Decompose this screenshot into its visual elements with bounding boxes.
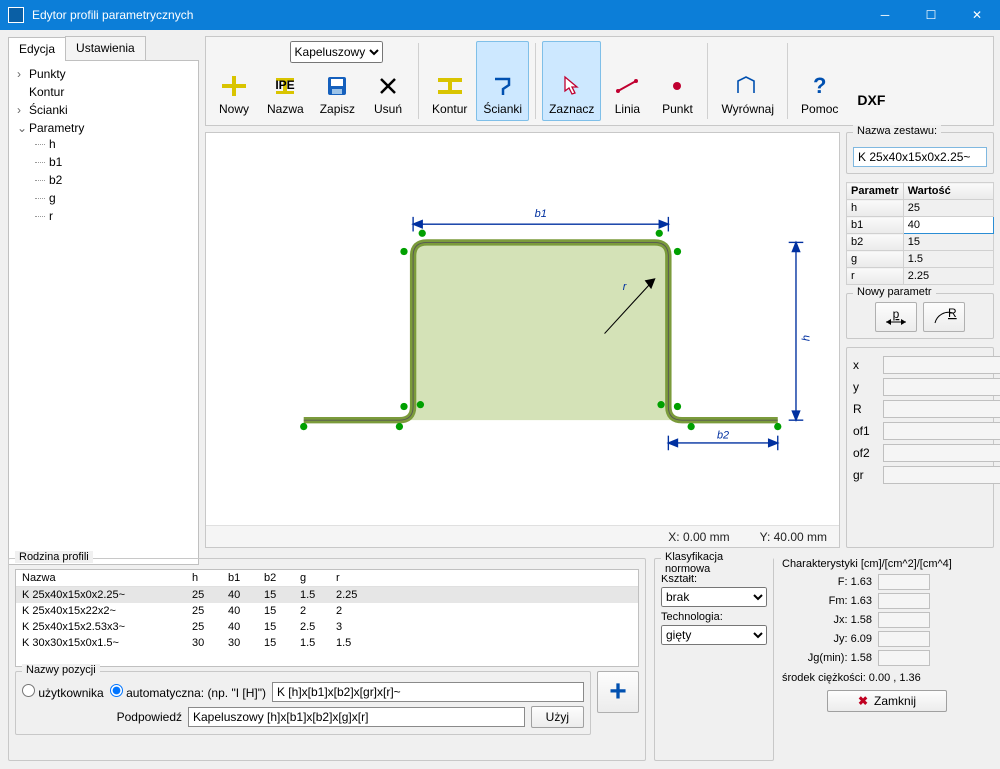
shape-select[interactable]: brak (661, 587, 767, 607)
use-button[interactable]: Użyj (531, 706, 584, 728)
line-icon (613, 74, 641, 98)
characteristics-group: Charakterystyki [cm]/[cm^2]/[cm^4] F: 1.… (782, 558, 992, 761)
window-title: Edytor profili parametrycznych (32, 8, 862, 22)
nowy-button[interactable]: Nowy (210, 41, 258, 121)
klasyfikacja-group: Klasyfikacja normowa Kształt: brak Techn… (654, 558, 774, 761)
usun-button[interactable]: Usuń (364, 69, 412, 121)
table-row[interactable]: K 25x40x15x0x2.25~2540151.52.25 (16, 587, 638, 604)
svg-text:b2: b2 (717, 429, 729, 441)
align-icon (734, 74, 762, 98)
svg-text:p: p (893, 308, 900, 321)
add-profile-button[interactable]: + (597, 671, 639, 713)
app-icon (8, 7, 24, 23)
kontur-icon (436, 74, 464, 98)
name-pattern-input[interactable] (272, 682, 584, 702)
table-row[interactable]: K 25x40x15x2.53x3~2540152.53 (16, 619, 638, 635)
tree-param-r[interactable]: r (17, 207, 198, 225)
minimize-button[interactable]: ─ (862, 0, 908, 30)
set-name-group: Nazwa zestawu: (846, 132, 994, 174)
dxf-button[interactable]: DXF (847, 41, 895, 121)
maximize-button[interactable]: ☐ (908, 0, 954, 30)
left-tabs: Edycja Ustawienia (8, 36, 199, 61)
param-table[interactable]: ParametrWartość h25 b140 b215 g1.5 r2.25 (846, 182, 994, 285)
zaznacz-button[interactable]: Zaznacz (542, 41, 601, 121)
drawing-canvas[interactable]: b1 b2 h r X: 0.00 mm Y: 40.00 mm (205, 132, 840, 548)
linia-button[interactable]: Linia (603, 41, 651, 121)
field-of1[interactable] (883, 422, 1000, 440)
field-of2[interactable] (883, 444, 1000, 462)
tree-param-h[interactable]: h (17, 135, 198, 153)
set-name-input[interactable] (853, 147, 987, 167)
dxf-icon: DXF (857, 88, 885, 112)
svg-text:r: r (623, 281, 627, 293)
close-button[interactable]: ✕ (954, 0, 1000, 30)
family-table[interactable]: Nazwa h b1 b2 g r K 25x40x15x0x2.25~2540… (16, 570, 638, 651)
tree-param-g[interactable]: g (17, 189, 198, 207)
field-R[interactable] (883, 400, 1000, 418)
main-toolbar: Nowy Kapeluszowy IPENazwa Zapisz Usuń Ko… (205, 36, 994, 126)
profile-family-group: Rodzina profili Nazwa h b1 b2 g r K 25x4… (8, 558, 646, 761)
delete-icon (374, 74, 402, 98)
new-param-p-button[interactable]: p (875, 302, 917, 332)
field-gr[interactable] (883, 466, 1000, 484)
point-icon (663, 74, 691, 98)
punkt-button[interactable]: Punkt (653, 41, 701, 121)
tab-ustawienia[interactable]: Ustawienia (65, 36, 146, 60)
scianki-button[interactable]: Ścianki (476, 41, 529, 121)
new-param-r-button[interactable]: R (923, 302, 965, 332)
svg-text:IPE: IPE (276, 78, 295, 92)
tree-kontur[interactable]: Kontur (9, 83, 198, 101)
tree-punkty[interactable]: ›Punkty (9, 65, 198, 83)
table-row[interactable]: K 25x40x15x22x2~25401522 (16, 603, 638, 619)
svg-text:b1: b1 (535, 208, 547, 220)
tab-edycja[interactable]: Edycja (8, 37, 66, 61)
hint-input[interactable] (188, 707, 525, 727)
tree-param-b1[interactable]: b1 (17, 153, 198, 171)
select-icon (558, 74, 586, 98)
scianki-icon (489, 74, 517, 98)
save-icon (323, 74, 351, 98)
svg-text:R: R (948, 307, 957, 320)
wyrownaj-button[interactable]: Wyrównaj (714, 41, 781, 121)
new-param-group: Nowy parametr p R (846, 293, 994, 339)
profile-type-select[interactable]: Kapeluszowy (290, 41, 383, 63)
tech-select[interactable]: gięty (661, 625, 767, 645)
nazwa-button[interactable]: IPENazwa (260, 69, 311, 121)
help-icon: ? (806, 74, 834, 98)
field-x[interactable] (883, 356, 1000, 374)
radio-user[interactable]: użytkownika (22, 684, 104, 700)
zapisz-button[interactable]: Zapisz (313, 69, 362, 121)
radio-auto[interactable]: automatyczna: (np. "I [H]") (110, 684, 266, 700)
ipe-icon: IPE (271, 74, 299, 98)
tree-scianki[interactable]: ›Ścianki (9, 101, 198, 119)
close-app-button[interactable]: ✖Zamknij (827, 690, 947, 712)
nowy-icon (220, 74, 248, 98)
table-row[interactable]: K 30x30x15x0x1.5~3030151.51.5 (16, 635, 638, 651)
tree-parametry[interactable]: ⌄Parametry h b1 b2 g r (9, 119, 198, 227)
field-y[interactable] (883, 378, 1000, 396)
status-y: Y: 40.00 mm (760, 530, 827, 544)
pomoc-button[interactable]: ?Pomoc (794, 41, 845, 121)
status-x: X: 0.00 mm (668, 530, 729, 544)
tree-param-b2[interactable]: b2 (17, 171, 198, 189)
title-bar: Edytor profili parametrycznych ─ ☐ ✕ (0, 0, 1000, 30)
svg-text:h: h (801, 335, 813, 341)
tree-view[interactable]: ›Punkty Kontur ›Ścianki ⌄Parametry h b1 … (8, 61, 199, 565)
kontur-button[interactable]: Kontur (425, 41, 474, 121)
